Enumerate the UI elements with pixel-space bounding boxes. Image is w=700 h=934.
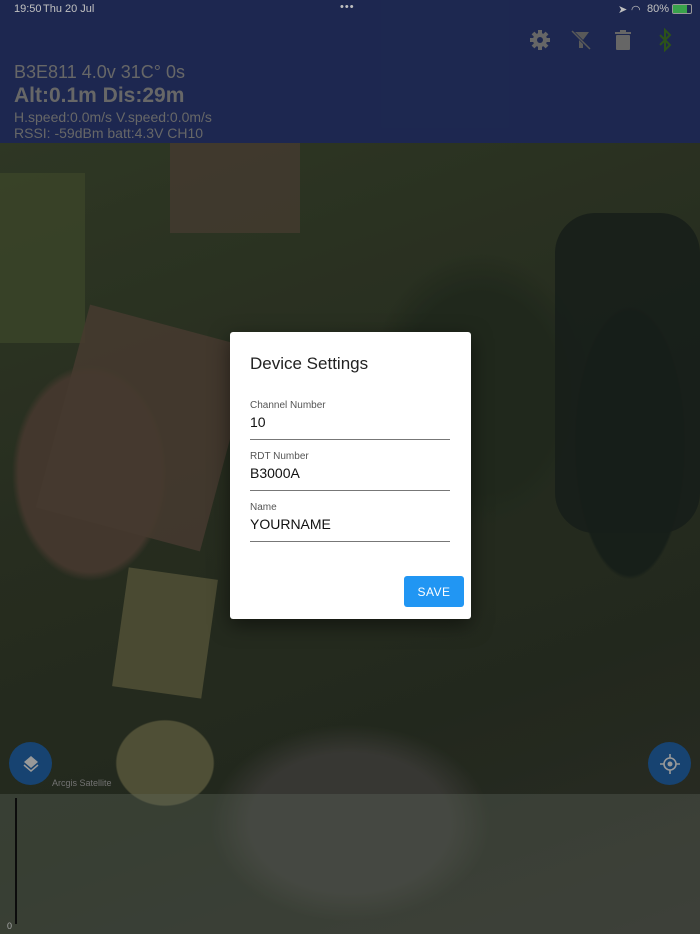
rdt-number-field[interactable]: RDT Number B3000A: [250, 451, 450, 491]
field-value[interactable]: 10: [250, 414, 450, 430]
field-label: RDT Number: [250, 451, 309, 462]
field-label: Name: [250, 502, 277, 513]
field-value[interactable]: B3000A: [250, 465, 450, 481]
field-value[interactable]: YOURNAME: [250, 516, 450, 532]
device-settings-dialog: Device Settings Channel Number 10 RDT Nu…: [230, 332, 471, 619]
dialog-title: Device Settings: [250, 354, 369, 373]
channel-number-field[interactable]: Channel Number 10: [250, 400, 450, 440]
save-button[interactable]: SAVE: [404, 576, 464, 607]
name-field[interactable]: Name YOURNAME: [250, 502, 450, 542]
field-label: Channel Number: [250, 400, 326, 411]
